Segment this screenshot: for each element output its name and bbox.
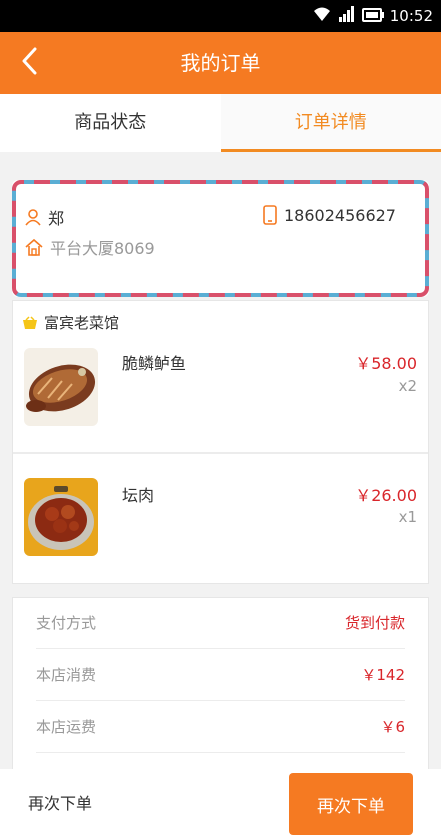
battery-icon (361, 7, 384, 26)
item-price: ￥26.00 (355, 486, 417, 505)
reorder-button[interactable]: 再次下单 (289, 773, 413, 835)
phone-row: 18602456627 (262, 205, 396, 225)
summary-row-payment: 支付方式 货到付款 (36, 597, 405, 649)
wifi-icon (312, 6, 332, 26)
item-name: 脆鳞鲈鱼 (122, 354, 187, 373)
summary-value: ￥142 (361, 666, 405, 684)
item-name: 坛肉 (122, 486, 155, 505)
tab-product-status[interactable]: 商品状态 (0, 94, 221, 152)
item-divider (13, 452, 428, 454)
recipient-name-row: 郑 (24, 205, 64, 229)
dish-image-fish (24, 348, 98, 426)
summary-label: 本店消费 (36, 666, 97, 684)
reorder-link[interactable]: 再次下单 (28, 769, 92, 839)
summary-row-consumption: 本店消费 ￥142 (36, 649, 405, 701)
address-text: 平台大厦8069 (50, 239, 155, 258)
tab-order-details[interactable]: 订单详情 (220, 94, 441, 152)
summary-label: 支付方式 (36, 614, 97, 632)
item-price: ￥58.00 (355, 354, 417, 373)
shop-name-row: 富宾老菜馆 (22, 312, 119, 333)
summary-label: 本店运费 (36, 718, 97, 736)
summary-row-shipping: 本店运费 ￥6 (36, 701, 405, 753)
tab-bar: 商品状态 订单详情 (0, 94, 441, 152)
status-time: 10:52 (389, 7, 433, 25)
status-icons: 10:52 (312, 6, 433, 26)
signal-icon (338, 6, 356, 26)
status-bar: 10:52 (0, 0, 441, 32)
dish-image-pot-meat (24, 478, 98, 556)
summary-value: 货到付款 (344, 614, 405, 632)
recipient-name: 郑 (48, 209, 65, 228)
bottom-action-bar: 再次下单 再次下单 (0, 769, 441, 839)
item-quantity: x1 (398, 508, 417, 526)
home-icon (24, 238, 44, 256)
phone-icon (262, 205, 278, 225)
shop-name: 富宾老菜馆 (44, 314, 120, 332)
person-icon (24, 208, 42, 226)
title-bar: 我的订单 (0, 32, 441, 94)
address-row: 平台大厦8069 (24, 235, 155, 259)
phone-number: 18602456627 (284, 205, 396, 225)
item-quantity: x2 (398, 377, 417, 395)
basket-icon (22, 315, 38, 330)
summary-value: ￥6 (380, 718, 405, 736)
page-title: 我的订单 (180, 51, 261, 75)
